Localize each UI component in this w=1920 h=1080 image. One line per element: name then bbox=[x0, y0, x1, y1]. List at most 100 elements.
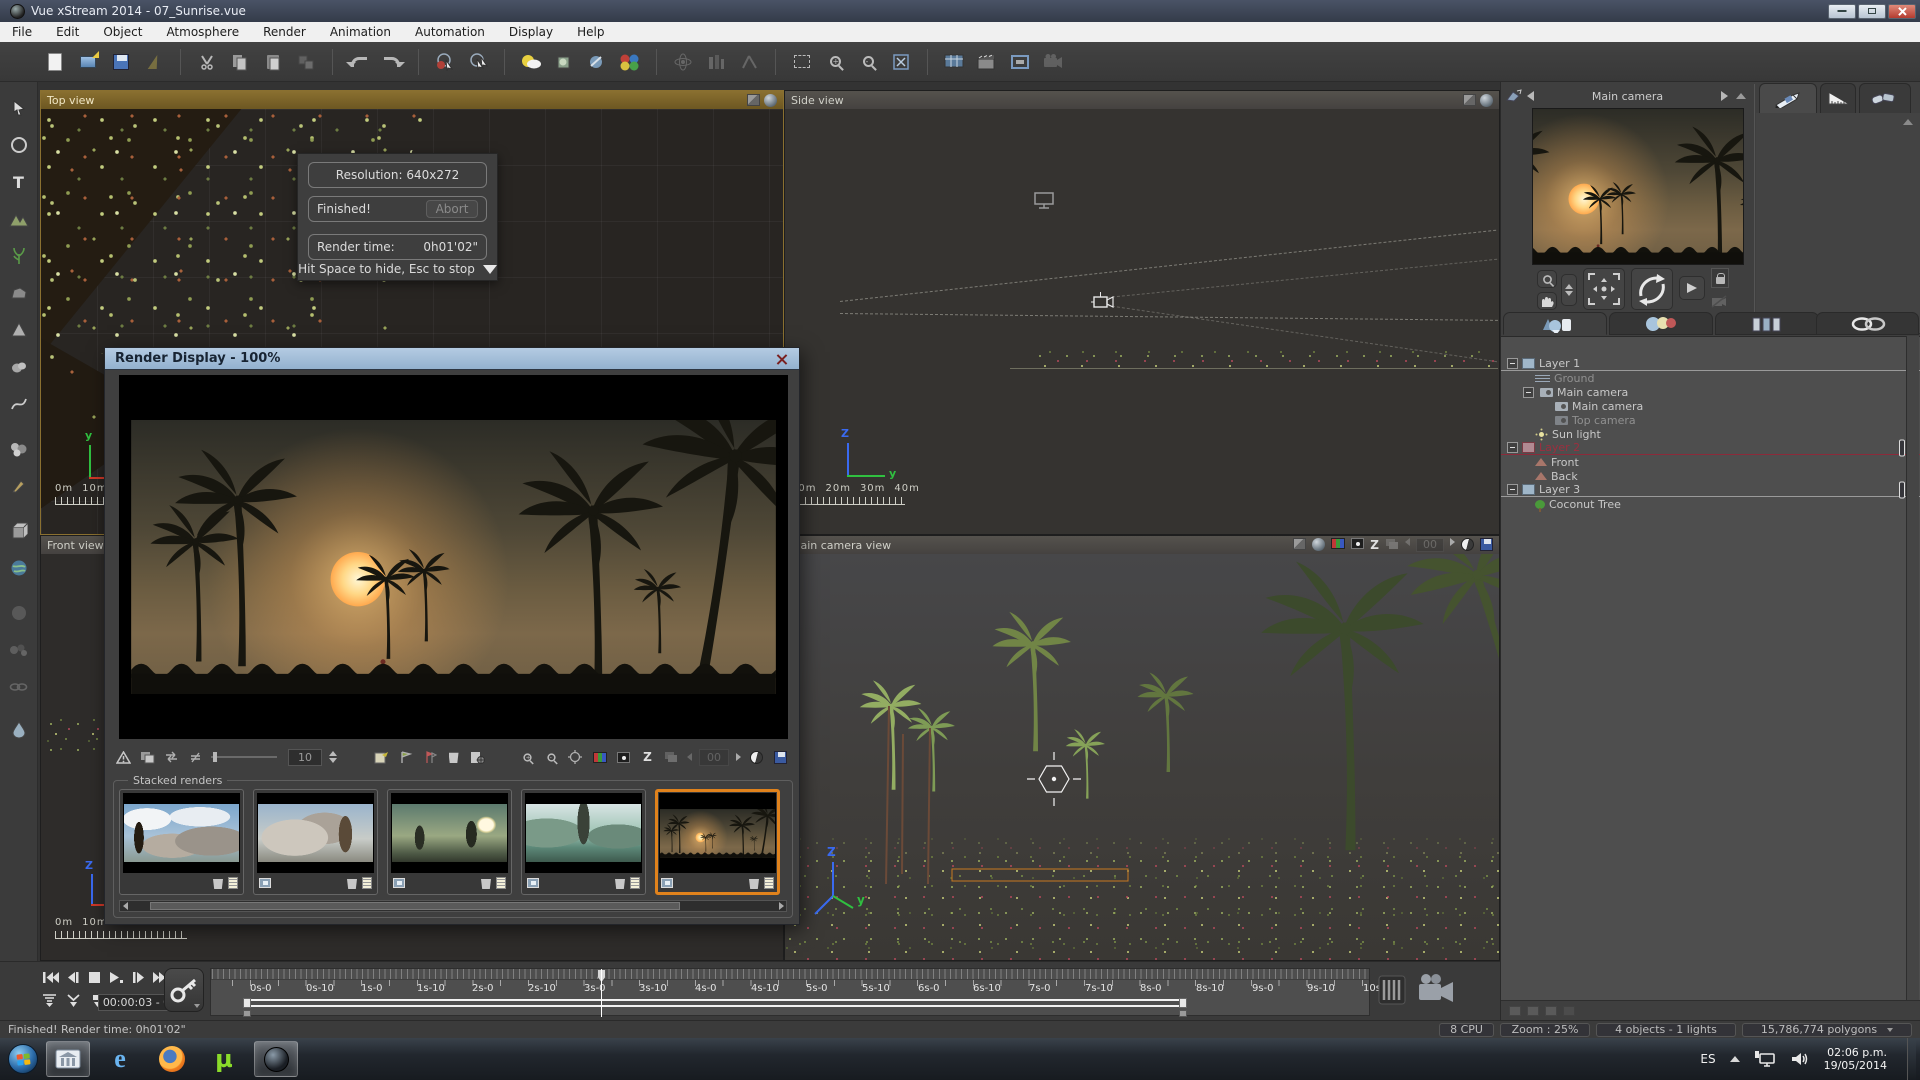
layer-extra-icon[interactable] bbox=[1563, 1006, 1575, 1016]
menu-automation[interactable]: Automation bbox=[403, 23, 497, 41]
keyframe-filter-button[interactable] bbox=[42, 994, 57, 1011]
show-desktop-button[interactable] bbox=[1907, 1038, 1916, 1080]
camera-play-button[interactable] bbox=[1679, 276, 1705, 300]
drop-tool-icon[interactable] bbox=[7, 718, 31, 742]
quick-render-icon[interactable] bbox=[141, 49, 167, 75]
frame-number-field[interactable]: 00 bbox=[1416, 538, 1444, 552]
notes-thumb-icon[interactable] bbox=[630, 877, 640, 889]
frame-field[interactable]: 00 bbox=[699, 749, 729, 766]
notes-thumb-icon[interactable] bbox=[362, 877, 372, 889]
alpha-channel-icon[interactable] bbox=[615, 750, 632, 765]
tab-link-chain[interactable] bbox=[1859, 83, 1911, 113]
camera-view-canvas[interactable]: Z y bbox=[785, 554, 1499, 960]
camera-preview[interactable] bbox=[1532, 108, 1744, 265]
circle-tool-icon[interactable] bbox=[7, 133, 31, 157]
menu-object[interactable]: Object bbox=[91, 23, 154, 41]
tab-display[interactable] bbox=[1715, 312, 1819, 335]
delete-layer-icon[interactable] bbox=[1527, 1006, 1539, 1016]
menu-atmosphere[interactable]: Atmosphere bbox=[154, 23, 251, 41]
z-depth-icon[interactable]: Z bbox=[1370, 538, 1379, 553]
objects-indicator[interactable]: 4 objects - 1 lights bbox=[1596, 1023, 1736, 1037]
render-mode-icon[interactable] bbox=[1312, 538, 1325, 551]
cut-button[interactable] bbox=[194, 49, 220, 75]
network-icon[interactable] bbox=[1754, 1050, 1776, 1068]
layer-row[interactable]: Layer 1 bbox=[1501, 357, 1920, 371]
abort-button[interactable]: Abort bbox=[426, 200, 478, 218]
collapse-icon[interactable] bbox=[1903, 119, 1913, 125]
range-end-marker[interactable] bbox=[1179, 1010, 1187, 1017]
play-button[interactable] bbox=[108, 970, 125, 985]
zoom-out-button[interactable]: - bbox=[855, 49, 881, 75]
scroll-left-icon[interactable] bbox=[120, 901, 130, 911]
render-thumbnail[interactable] bbox=[119, 789, 244, 895]
redo-button[interactable] bbox=[379, 49, 405, 75]
render-window-close-icon[interactable] bbox=[775, 352, 789, 366]
image-thumb-icon[interactable] bbox=[393, 878, 405, 888]
layer-row[interactable]: Top camera bbox=[1501, 413, 1920, 427]
delete-thumb-icon[interactable] bbox=[347, 877, 357, 889]
prev-frame-icon[interactable] bbox=[687, 753, 692, 761]
camera-orbit-button[interactable] bbox=[1631, 268, 1673, 310]
timeline-tracks-button[interactable] bbox=[1377, 972, 1407, 1011]
render-display-window[interactable]: Render Display - 100% 10 + - Z bbox=[104, 347, 800, 925]
step-forward-button[interactable] bbox=[130, 970, 147, 985]
curve-tool-icon[interactable] bbox=[7, 392, 31, 416]
taskbar-vue-button[interactable] bbox=[254, 1041, 298, 1077]
atmosphere-editor-button[interactable] bbox=[518, 49, 544, 75]
notes-thumb-icon[interactable] bbox=[496, 877, 506, 889]
image-thumb-icon[interactable] bbox=[661, 878, 673, 888]
difference-icon[interactable] bbox=[187, 750, 204, 765]
notes-thumb-icon[interactable] bbox=[228, 877, 238, 889]
save-image-icon[interactable] bbox=[772, 750, 789, 765]
alpha-channel-icon[interactable] bbox=[1351, 538, 1364, 549]
cone-tool-icon[interactable] bbox=[7, 318, 31, 342]
layers-icon[interactable] bbox=[1385, 538, 1399, 553]
metablob-tool-icon[interactable] bbox=[7, 355, 31, 379]
compare-flags-icon[interactable] bbox=[421, 750, 438, 765]
export-image-icon[interactable] bbox=[373, 750, 390, 765]
taskbar-explorer-button[interactable] bbox=[46, 1041, 90, 1077]
exposure-icon[interactable] bbox=[748, 750, 765, 765]
undo-button[interactable] bbox=[346, 49, 372, 75]
angle-tool-icon[interactable] bbox=[736, 49, 762, 75]
rgb-channel-icon[interactable] bbox=[591, 750, 608, 765]
next-camera-icon[interactable] bbox=[1721, 91, 1728, 101]
collapse-icon[interactable] bbox=[1736, 93, 1746, 99]
prev-frame-icon[interactable] bbox=[1405, 538, 1410, 546]
camera-elevation-stepper[interactable] bbox=[1561, 274, 1577, 306]
camera-pan-pad[interactable] bbox=[1583, 268, 1625, 310]
render-options-button[interactable] bbox=[941, 49, 967, 75]
camera-view-header[interactable]: Main camera view Z 00 bbox=[785, 536, 1499, 554]
text-tool-icon[interactable]: T bbox=[7, 170, 31, 194]
start-button[interactable] bbox=[8, 1044, 38, 1074]
display-mode-icon[interactable] bbox=[747, 94, 760, 106]
new-file-button[interactable] bbox=[42, 49, 68, 75]
fit-view-icon[interactable] bbox=[567, 750, 584, 765]
side-view-header[interactable]: Side view bbox=[785, 91, 1499, 109]
z-depth-icon[interactable]: Z bbox=[639, 750, 656, 765]
duplicate-button[interactable] bbox=[293, 49, 319, 75]
polygons-indicator[interactable]: 15,786,774 polygons bbox=[1742, 1023, 1912, 1037]
zoom-in-button[interactable]: + bbox=[822, 49, 848, 75]
cpu-indicator[interactable]: 8 CPU bbox=[1439, 1023, 1494, 1037]
rgb-channel-icon[interactable] bbox=[1331, 538, 1345, 549]
visibility-eye-box[interactable] bbox=[1899, 481, 1905, 498]
paste-button[interactable] bbox=[260, 49, 286, 75]
collapse-toggle[interactable] bbox=[1507, 442, 1518, 453]
layer-row[interactable]: Back bbox=[1501, 469, 1920, 483]
layer-row[interactable]: Layer 3 bbox=[1501, 483, 1920, 497]
load-object-button[interactable] bbox=[551, 49, 577, 75]
layer-row[interactable]: Ground bbox=[1501, 371, 1920, 385]
sphere-tool-icon[interactable] bbox=[7, 601, 31, 625]
screen-gizmo-icon[interactable] bbox=[1033, 191, 1057, 211]
menu-display[interactable]: Display bbox=[497, 23, 565, 41]
display-mode-icon[interactable] bbox=[1293, 538, 1306, 550]
keyframe-prev-button[interactable] bbox=[66, 994, 81, 1011]
taskbar-firefox-button[interactable] bbox=[150, 1041, 194, 1077]
camera-pan-icon[interactable] bbox=[1505, 88, 1523, 104]
menu-help[interactable]: Help bbox=[565, 23, 616, 41]
save-view-icon[interactable] bbox=[1480, 538, 1493, 551]
render-frame-button[interactable] bbox=[1007, 49, 1033, 75]
prev-frame-button[interactable] bbox=[64, 970, 81, 985]
delete-thumb-icon[interactable] bbox=[615, 877, 625, 889]
